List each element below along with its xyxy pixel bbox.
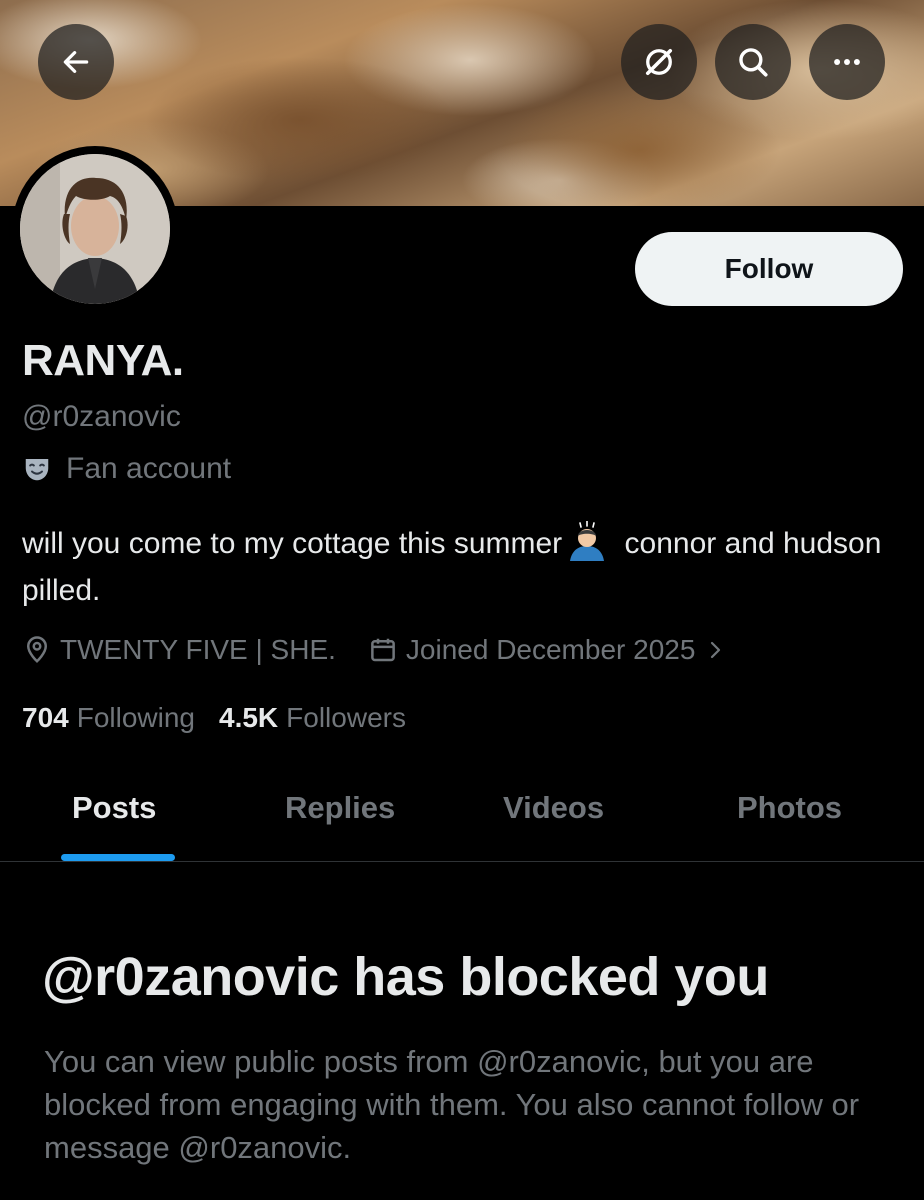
bio-text-start: will you come to my cottage this summer	[22, 527, 563, 560]
followers-count: 4.5K	[219, 702, 279, 733]
category-label: Fan account	[66, 452, 232, 485]
person-bowing-emoji	[566, 520, 608, 561]
profile-tabs: Posts Replies Videos Photos	[0, 762, 924, 862]
profile-meta: TWENTY FIVE | SHE. Joined December 2025	[22, 634, 727, 666]
blocked-title: @r0zanovic has blocked you	[42, 947, 769, 1007]
profile-category: Fan account	[22, 452, 231, 486]
chevron-right-icon	[711, 641, 721, 659]
following-label: Following	[76, 702, 195, 733]
arrow-left-icon	[63, 51, 89, 73]
following-link[interactable]: 704 Following	[22, 702, 195, 734]
location-text: TWENTY FIVE | SHE.	[60, 634, 336, 665]
followers-label: Followers	[286, 702, 406, 733]
joined-text: Joined December 2025	[405, 634, 696, 665]
search-button[interactable]	[715, 24, 791, 100]
location-pin-icon	[26, 636, 48, 663]
following-count: 704	[22, 702, 69, 733]
display-name: RANYA.	[22, 336, 184, 385]
more-button[interactable]	[809, 24, 885, 100]
more-horizontal-icon	[834, 59, 860, 65]
grok-button[interactable]	[621, 24, 697, 100]
grok-slash-circle-icon	[645, 48, 673, 76]
tab-videos[interactable]: Videos	[503, 790, 604, 826]
bio: will you come to my cottage this summer …	[22, 520, 902, 614]
avatar-frame	[12, 146, 178, 312]
back-button[interactable]	[38, 24, 114, 100]
avatar[interactable]	[20, 154, 170, 304]
follow-stats: 704 Following 4.5K Followers	[22, 702, 406, 734]
location: TWENTY FIVE | SHE.	[22, 634, 336, 666]
follow-button[interactable]: Follow	[635, 232, 903, 306]
avatar-image	[20, 154, 170, 304]
search-icon	[739, 48, 768, 77]
calendar-icon	[371, 638, 395, 662]
tab-replies[interactable]: Replies	[285, 790, 395, 826]
tab-posts[interactable]: Posts	[72, 790, 156, 826]
handle: @r0zanovic	[22, 400, 181, 433]
theater-mask-icon	[25, 459, 49, 481]
blocked-message: You can view public posts from @r0zanovi…	[44, 1044, 860, 1165]
joined-date[interactable]: Joined December 2025	[368, 634, 728, 666]
active-tab-indicator	[61, 854, 175, 861]
tab-photos[interactable]: Photos	[737, 790, 842, 826]
followers-link[interactable]: 4.5K Followers	[219, 702, 406, 734]
